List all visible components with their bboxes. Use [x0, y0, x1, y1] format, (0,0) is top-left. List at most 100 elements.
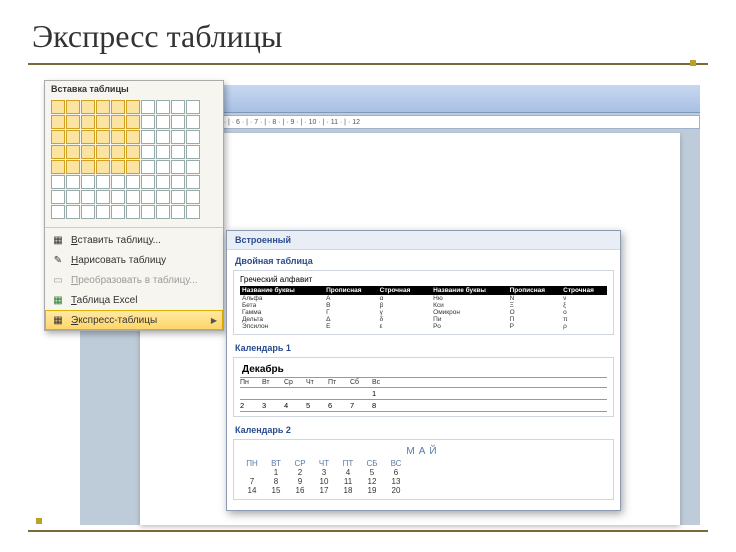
style-preview-calendar1[interactable]: Декабрь ПнВтСрЧтПтСбВс 1 2345678 — [233, 357, 614, 417]
table-cell: Ξ — [508, 302, 562, 309]
grid-cell[interactable] — [81, 100, 95, 114]
grid-cell[interactable] — [81, 145, 95, 159]
horizontal-ruler[interactable]: · 1 · | · 2 · | · 3 · | · 4 · | · 5 · | … — [140, 115, 700, 129]
grid-cell[interactable] — [156, 145, 170, 159]
grid-cell[interactable] — [96, 130, 110, 144]
grid-cell[interactable] — [126, 145, 140, 159]
grid-cell[interactable] — [186, 100, 200, 114]
grid-cell[interactable] — [126, 205, 140, 219]
grid-cell[interactable] — [186, 160, 200, 174]
grid-cell[interactable] — [141, 190, 155, 204]
style-preview-double-table[interactable]: Греческий алфавит Название буквыПрописна… — [233, 270, 614, 335]
grid-cell[interactable] — [126, 115, 140, 129]
grid-cell[interactable] — [171, 205, 185, 219]
grid-cell[interactable] — [66, 205, 80, 219]
grid-cell[interactable] — [81, 190, 95, 204]
grid-cell[interactable] — [111, 160, 125, 174]
grid-cell[interactable] — [66, 100, 80, 114]
grid-cell[interactable] — [141, 205, 155, 219]
grid-cell[interactable] — [66, 145, 80, 159]
grid-cell[interactable] — [111, 190, 125, 204]
draw-table-item[interactable]: ✎ Нарисовать таблицу — [45, 250, 223, 270]
grid-cell[interactable] — [171, 130, 185, 144]
grid-cell[interactable] — [186, 205, 200, 219]
grid-cell[interactable] — [156, 205, 170, 219]
grid-cell[interactable] — [156, 190, 170, 204]
grid-cell[interactable] — [111, 205, 125, 219]
grid-cell[interactable] — [171, 115, 185, 129]
excel-table-item[interactable]: ▦ Таблица Excel — [45, 290, 223, 310]
grid-cell[interactable] — [126, 100, 140, 114]
grid-cell[interactable] — [111, 115, 125, 129]
grid-cell[interactable] — [126, 130, 140, 144]
grid-cell[interactable] — [126, 190, 140, 204]
grid-cell[interactable] — [51, 130, 65, 144]
grid-cell[interactable] — [111, 130, 125, 144]
grid-cell[interactable] — [51, 190, 65, 204]
grid-cell[interactable] — [111, 145, 125, 159]
grid-cell[interactable] — [111, 175, 125, 189]
date-cell: 14 — [240, 486, 264, 495]
grid-cell[interactable] — [66, 160, 80, 174]
grid-cell[interactable] — [126, 175, 140, 189]
grid-cell[interactable] — [156, 115, 170, 129]
grid-cell[interactable] — [96, 205, 110, 219]
grid-cell[interactable] — [141, 100, 155, 114]
quick-tables-item[interactable]: ▦ Экспресс-таблицы ▶ — [45, 310, 223, 330]
grid-cell[interactable] — [186, 115, 200, 129]
grid-cell[interactable] — [96, 190, 110, 204]
grid-cell[interactable] — [171, 100, 185, 114]
table-header-cell: Название буквы — [431, 286, 507, 295]
grid-cell[interactable] — [51, 160, 65, 174]
grid-cell[interactable] — [81, 175, 95, 189]
grid-cell[interactable] — [171, 175, 185, 189]
day-header: ПТ — [336, 459, 360, 468]
table-cell: Ню — [431, 295, 507, 302]
grid-cell[interactable] — [156, 175, 170, 189]
style-preview-calendar2[interactable]: МАЙ ПНВТСРЧТПТСБВС 123456 78910111213 14… — [233, 439, 614, 500]
grid-cell[interactable] — [156, 130, 170, 144]
date-cell: 4 — [284, 400, 306, 411]
grid-cell[interactable] — [156, 160, 170, 174]
grid-cell[interactable] — [96, 115, 110, 129]
grid-cell[interactable] — [111, 100, 125, 114]
grid-cell[interactable] — [96, 100, 110, 114]
grid-cell[interactable] — [96, 175, 110, 189]
grid-cell[interactable] — [141, 115, 155, 129]
grid-cell[interactable] — [51, 205, 65, 219]
grid-cell[interactable] — [81, 130, 95, 144]
grid-cell[interactable] — [66, 190, 80, 204]
grid-cell[interactable] — [141, 175, 155, 189]
grid-cell[interactable] — [96, 160, 110, 174]
grid-cell[interactable] — [186, 130, 200, 144]
insert-table-item[interactable]: ▦ Вставить таблицу... — [45, 230, 223, 250]
grid-cell[interactable] — [51, 175, 65, 189]
grid-cell[interactable] — [171, 160, 185, 174]
table-cell: α — [378, 295, 432, 302]
grid-cell[interactable] — [66, 115, 80, 129]
grid-cell[interactable] — [126, 160, 140, 174]
grid-cell[interactable] — [141, 145, 155, 159]
grid-cell[interactable] — [186, 175, 200, 189]
grid-cell[interactable] — [186, 145, 200, 159]
grid-cell[interactable] — [81, 160, 95, 174]
grid-cell[interactable] — [171, 190, 185, 204]
table-size-grid[interactable] — [45, 96, 223, 225]
grid-cell[interactable] — [51, 100, 65, 114]
excel-icon: ▦ — [51, 293, 65, 307]
grid-cell[interactable] — [186, 190, 200, 204]
grid-cell[interactable] — [96, 145, 110, 159]
table-cell: γ — [378, 309, 432, 316]
grid-cell[interactable] — [51, 145, 65, 159]
grid-cell[interactable] — [51, 115, 65, 129]
grid-cell[interactable] — [141, 130, 155, 144]
table-cell: Эпсилон — [240, 323, 324, 330]
grid-cell[interactable] — [66, 175, 80, 189]
grid-cell[interactable] — [66, 130, 80, 144]
date-cell — [240, 388, 262, 399]
grid-cell[interactable] — [171, 145, 185, 159]
grid-cell[interactable] — [156, 100, 170, 114]
grid-cell[interactable] — [81, 115, 95, 129]
grid-cell[interactable] — [81, 205, 95, 219]
grid-cell[interactable] — [141, 160, 155, 174]
